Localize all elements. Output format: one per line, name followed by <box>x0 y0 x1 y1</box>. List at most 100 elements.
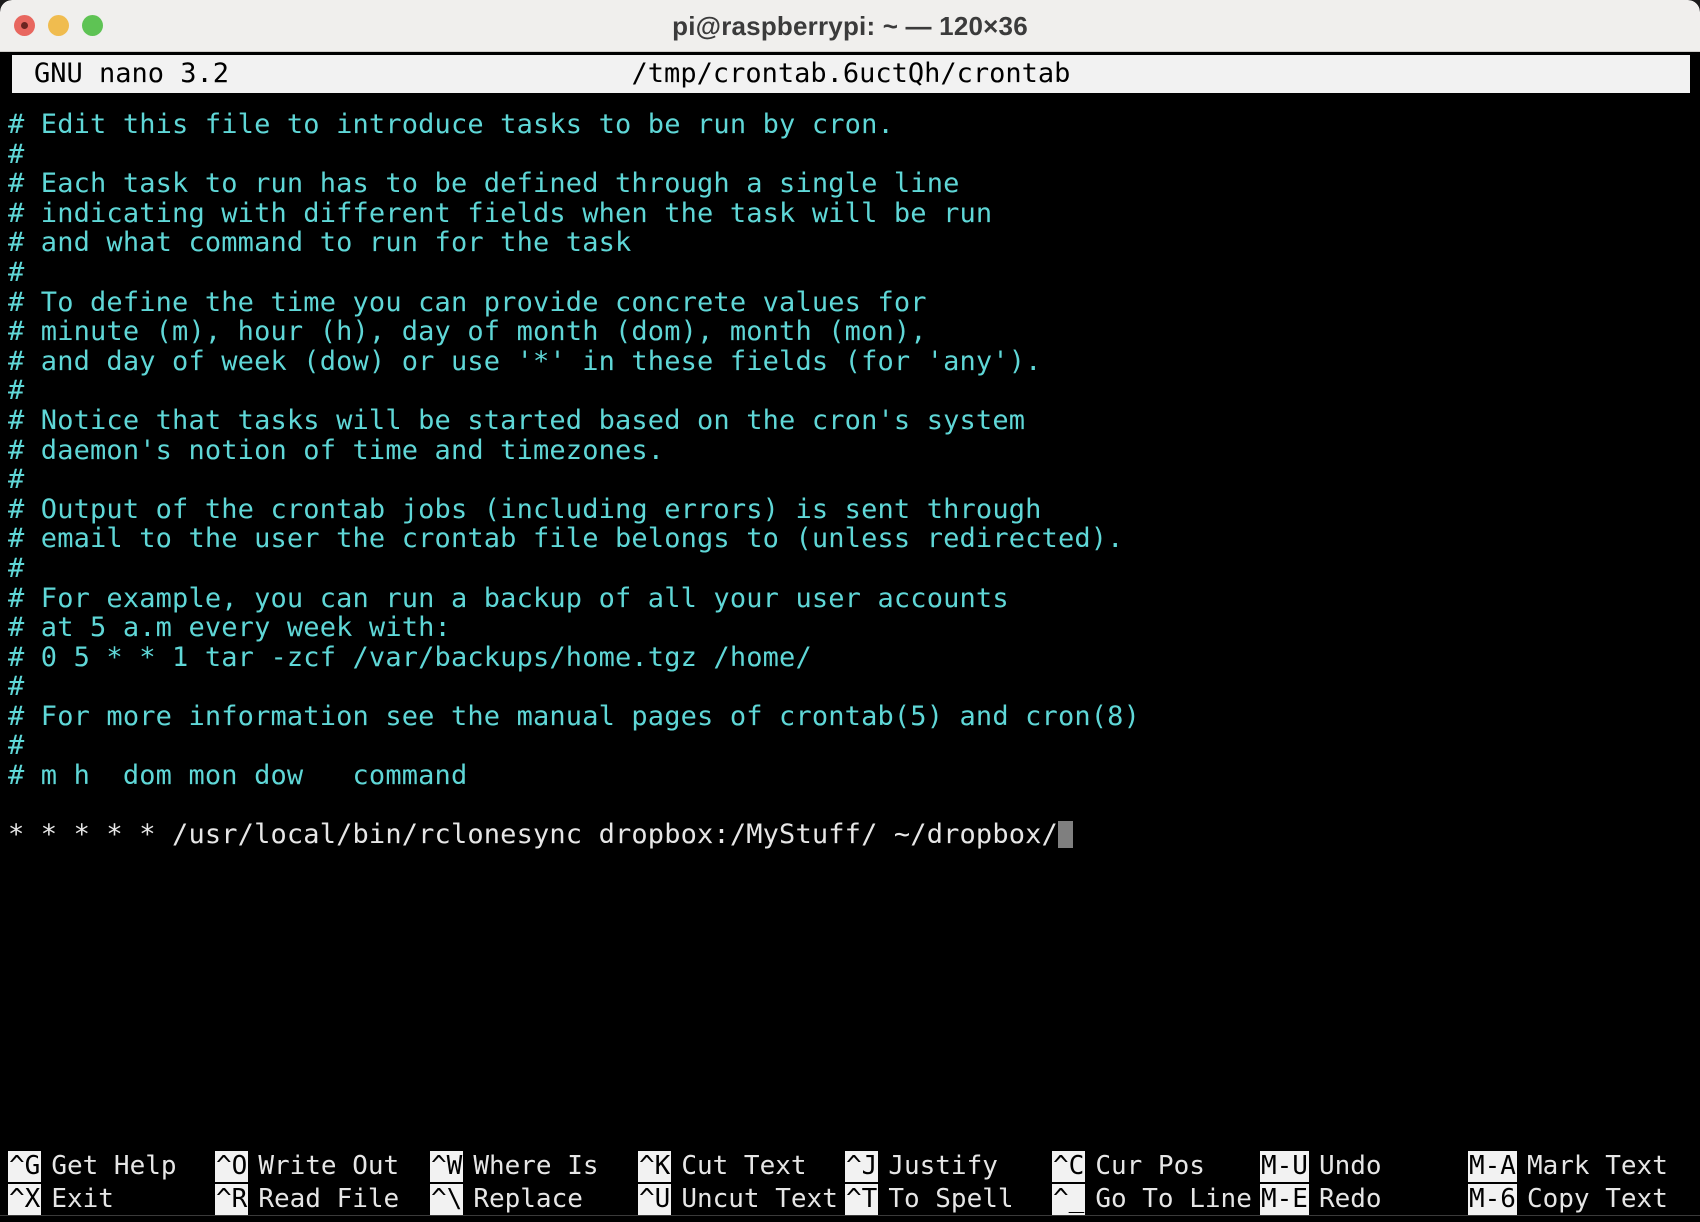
shortcut-column: ^J Justify ^T To Spell <box>845 1150 1014 1216</box>
editor-line[interactable] <box>0 791 1700 821</box>
editor-command-line[interactable]: * * * * * /usr/local/bin/rclonesync drop… <box>0 820 1700 850</box>
editor-line[interactable]: # email to the user the crontab file bel… <box>0 524 1700 554</box>
nano-text-area[interactable]: # Edit this file to introduce tasks to b… <box>0 110 1700 1080</box>
editor-line[interactable]: # For more information see the manual pa… <box>0 702 1700 732</box>
shortcut-item[interactable]: ^C Cur Pos <box>1052 1150 1252 1183</box>
line-text: # <box>8 256 25 288</box>
line-text: # m h dom mon dow command <box>8 760 468 792</box>
shortcut-key: ^X <box>8 1184 42 1215</box>
editor-line[interactable]: # Each task to run has to be defined thr… <box>0 169 1700 199</box>
line-text <box>8 790 24 821</box>
editor-line[interactable]: # <box>0 258 1700 288</box>
shortcut-label: Write Out <box>258 1151 400 1181</box>
shortcut-key: ^C <box>1052 1151 1086 1182</box>
line-text: # <box>8 552 25 584</box>
shortcut-item[interactable]: M-6 Copy Text <box>1468 1183 1668 1216</box>
shortcut-item[interactable]: ^X Exit <box>8 1183 177 1216</box>
editor-line[interactable]: # minute (m), hour (h), day of month (do… <box>0 317 1700 347</box>
editor-line[interactable]: # For example, you can run a backup of a… <box>0 582 1700 614</box>
editor-line[interactable]: # <box>0 554 1700 584</box>
line-text: # Each task to run has to be defined thr… <box>8 168 960 200</box>
editor-line[interactable]: # Notice that tasks will be started base… <box>0 406 1700 436</box>
line-text: # Output of the crontab jobs (including … <box>8 493 1042 525</box>
line-text: # Notice that tasks will be started base… <box>8 404 1026 436</box>
shortcut-key: ^G <box>8 1151 42 1182</box>
line-text: # <box>8 138 25 170</box>
line-text: # 0 5 * * 1 tar -zcf /var/backups/home.t… <box>8 641 812 673</box>
shortcut-label: Justify <box>888 1151 998 1181</box>
line-text: # at 5 a.m every week with: <box>8 612 451 644</box>
editor-line[interactable]: # <box>0 376 1700 406</box>
editor-line[interactable]: # daemon's notion of time and timezones. <box>0 434 1700 466</box>
editor-line[interactable]: # m h dom mon dow command <box>0 761 1700 791</box>
editor-line[interactable]: # <box>0 731 1700 761</box>
shortcut-label: Read File <box>258 1184 400 1214</box>
shortcut-item[interactable]: ^K Cut Text <box>638 1150 838 1183</box>
shortcut-label: To Spell <box>888 1184 1014 1214</box>
shortcut-item[interactable]: ^G Get Help <box>8 1150 177 1183</box>
editor-line[interactable]: # To define the time you can provide con… <box>0 286 1700 318</box>
shortcut-item[interactable]: ^O Write Out <box>215 1150 399 1183</box>
shortcut-column: ^C Cur Pos ^_ Go To Line <box>1052 1150 1252 1216</box>
shortcut-item[interactable]: ^_ Go To Line <box>1052 1183 1252 1216</box>
line-text: # Edit this file to introduce tasks to b… <box>8 110 894 140</box>
close-window-button[interactable] <box>14 15 35 36</box>
shortcut-key: M-A <box>1468 1151 1517 1182</box>
shortcut-label: Get Help <box>51 1151 177 1181</box>
shortcut-key: ^T <box>845 1184 879 1215</box>
editor-line[interactable]: # and what command to run for the task <box>0 228 1700 258</box>
shortcut-item[interactable]: ^R Read File <box>215 1183 399 1216</box>
shortcut-item[interactable]: ^W Where Is <box>430 1150 599 1183</box>
shortcut-item[interactable]: M-U Undo <box>1260 1150 1382 1183</box>
shortcut-key: ^K <box>638 1151 672 1182</box>
terminal-screen[interactable]: GNU nano 3.2 /tmp/crontab.6uctQh/crontab… <box>0 52 1700 1222</box>
shortcut-label: Go To Line <box>1095 1184 1252 1214</box>
shortcut-column: ^K Cut Text ^U Uncut Text <box>638 1150 838 1216</box>
window-bottom-edge <box>0 1215 1700 1222</box>
shortcut-item[interactable]: M-E Redo <box>1260 1183 1382 1216</box>
line-text: # <box>8 464 25 496</box>
shortcut-key: ^W <box>430 1151 464 1182</box>
shortcut-key: ^J <box>845 1151 879 1182</box>
line-text: # and day of week (dow) or use '*' in th… <box>8 345 1042 377</box>
editor-line[interactable]: # and day of week (dow) or use '*' in th… <box>0 345 1700 377</box>
shortcut-key: M-E <box>1260 1184 1309 1215</box>
window-title: pi@raspberrypi: ~ — 120×36 <box>672 11 1028 41</box>
shortcut-column: ^G Get Help ^X Exit <box>8 1150 177 1216</box>
shortcut-label: Mark Text <box>1526 1151 1668 1181</box>
shortcut-column: ^O Write Out ^R Read File <box>215 1150 399 1216</box>
maximize-window-button[interactable] <box>82 15 103 36</box>
shortcut-label: Uncut Text <box>681 1184 838 1214</box>
nano-titlebar: GNU nano 3.2 /tmp/crontab.6uctQh/crontab <box>12 55 1690 93</box>
shortcut-key: M-U <box>1260 1151 1309 1182</box>
minimize-window-button[interactable] <box>48 15 69 36</box>
editor-line[interactable]: # at 5 a.m every week with: <box>0 613 1700 643</box>
window-titlebar[interactable]: pi@raspberrypi: ~ — 120×36 <box>0 0 1700 52</box>
shortcut-label: Cut Text <box>681 1151 807 1181</box>
shortcut-item[interactable]: ^J Justify <box>845 1150 1014 1183</box>
editor-line[interactable]: # 0 5 * * 1 tar -zcf /var/backups/home.t… <box>0 641 1700 673</box>
editor-line[interactable]: # <box>0 672 1700 702</box>
shortcut-item[interactable]: ^\ Replace <box>430 1183 599 1216</box>
shortcut-item[interactable]: ^U Uncut Text <box>638 1183 838 1216</box>
line-text: # daemon's notion of time and timezones. <box>8 434 665 466</box>
shortcut-label: Cur Pos <box>1095 1151 1205 1181</box>
shortcut-item[interactable]: M-A Mark Text <box>1468 1150 1668 1183</box>
text-cursor <box>1057 821 1073 849</box>
line-text: # For example, you can run a backup of a… <box>8 582 1009 614</box>
terminal-window: pi@raspberrypi: ~ — 120×36 GNU nano 3.2 … <box>0 0 1700 1222</box>
editor-line[interactable]: # <box>0 465 1700 495</box>
shortcut-column: ^W Where Is ^\ Replace <box>430 1150 599 1216</box>
shortcut-key: ^R <box>215 1184 249 1215</box>
shortcut-label: Replace <box>473 1184 583 1214</box>
shortcut-label: Undo <box>1318 1151 1382 1181</box>
editor-line[interactable]: # <box>0 138 1700 170</box>
shortcut-item[interactable]: ^T To Spell <box>845 1183 1014 1216</box>
line-text: * * * * * /usr/local/bin/rclonesync drop… <box>8 819 1058 851</box>
shortcut-key: ^\ <box>430 1184 464 1215</box>
editor-line[interactable]: # Output of the crontab jobs (including … <box>0 493 1700 525</box>
editor-line[interactable]: # Edit this file to introduce tasks to b… <box>0 110 1700 140</box>
line-text: # To define the time you can provide con… <box>8 286 927 318</box>
editor-line[interactable]: # indicating with different fields when … <box>0 198 1700 229</box>
line-text: # minute (m), hour (h), day of month (do… <box>8 316 927 348</box>
